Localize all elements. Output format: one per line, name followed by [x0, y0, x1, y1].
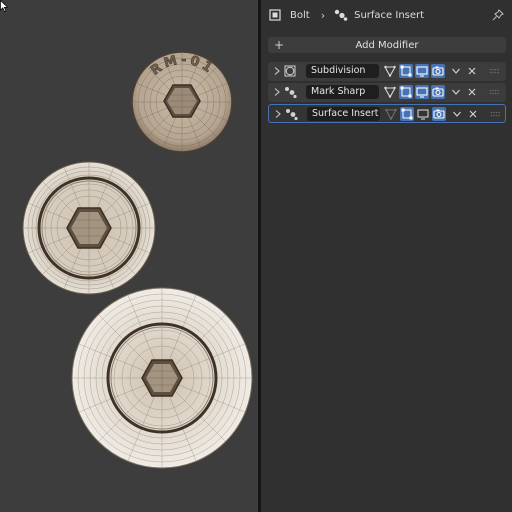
- chevron-right-icon[interactable]: [274, 109, 282, 119]
- viewport-toggle[interactable]: [415, 64, 429, 78]
- subdivision-icon: [284, 65, 296, 77]
- edit-mode-icon: [400, 86, 412, 98]
- geometry-nodes-icon: [286, 109, 298, 121]
- viewport-toggle[interactable]: [416, 107, 430, 121]
- chevron-right-icon: ›: [320, 8, 326, 22]
- viewport-toggle[interactable]: [415, 85, 429, 99]
- chevron-down-icon[interactable]: [452, 109, 462, 119]
- modifier-icon: [334, 9, 348, 21]
- camera-icon: [433, 109, 445, 119]
- edit-cage-toggle[interactable]: [384, 107, 398, 121]
- modifier-name-field[interactable]: Mark Sharp: [306, 85, 379, 99]
- properties-panel: Bolt › Surface Insert + Add Modifier Sub…: [261, 0, 512, 512]
- monitor-icon: [416, 66, 428, 77]
- chevron-right-icon[interactable]: [273, 87, 281, 97]
- bolt-head-large[interactable]: [71, 287, 253, 469]
- edit-cage-toggle[interactable]: [383, 64, 397, 78]
- add-modifier-button[interactable]: + Add Modifier: [268, 37, 506, 53]
- chevron-right-icon[interactable]: [273, 66, 281, 76]
- edit-mode-toggle[interactable]: [399, 64, 413, 78]
- modifier-name-field[interactable]: Surface Insert: [307, 107, 380, 121]
- vertex-triangle-icon: [384, 86, 396, 98]
- modifier-name-field[interactable]: Subdivision: [306, 64, 379, 78]
- drag-handle-icon[interactable]: [489, 68, 499, 74]
- chevron-down-icon[interactable]: [451, 66, 461, 76]
- close-icon[interactable]: [468, 109, 478, 119]
- modifier-panel-subdivision[interactable]: Subdivision: [268, 62, 506, 81]
- bolt-head-middle[interactable]: [22, 161, 156, 295]
- close-icon[interactable]: [467, 66, 477, 76]
- close-icon[interactable]: [467, 87, 477, 97]
- pin-icon[interactable]: [492, 9, 504, 21]
- breadcrumb-modifier-name[interactable]: Surface Insert: [354, 10, 424, 21]
- render-toggle[interactable]: [431, 64, 445, 78]
- modifier-panel-mark-sharp[interactable]: Mark Sharp: [268, 83, 506, 102]
- plus-icon: +: [274, 38, 285, 52]
- breadcrumb-object-name[interactable]: Bolt: [290, 10, 310, 21]
- monitor-icon: [417, 109, 429, 120]
- render-toggle[interactable]: [432, 107, 446, 121]
- edit-cage-toggle[interactable]: [383, 85, 397, 99]
- camera-icon: [432, 87, 444, 97]
- camera-icon: [432, 66, 444, 76]
- drag-handle-icon[interactable]: [489, 89, 499, 95]
- geometry-nodes-icon: [285, 87, 297, 99]
- 3d-viewport[interactable]: RM-01: [0, 0, 258, 512]
- breadcrumb: Bolt › Surface Insert: [261, 0, 512, 30]
- viewport-canvas: RM-01: [22, 51, 253, 469]
- monitor-icon: [416, 87, 428, 98]
- vertex-triangle-icon: [384, 65, 396, 77]
- vertex-triangle-icon: [385, 108, 397, 120]
- object-icon: [269, 9, 281, 21]
- bolt-head-top[interactable]: RM-01: [131, 51, 233, 153]
- edit-mode-toggle[interactable]: [399, 85, 413, 99]
- mouse-cursor-icon: [0, 0, 8, 12]
- edit-mode-icon: [400, 65, 412, 77]
- add-modifier-label: Add Modifier: [355, 39, 419, 51]
- edit-mode-icon: [401, 108, 413, 120]
- drag-handle-icon[interactable]: [490, 111, 500, 117]
- chevron-down-icon[interactable]: [451, 87, 461, 97]
- render-toggle[interactable]: [431, 85, 445, 99]
- edit-mode-toggle[interactable]: [400, 107, 414, 121]
- modifier-panel-surface-insert[interactable]: Surface Insert: [268, 104, 506, 123]
